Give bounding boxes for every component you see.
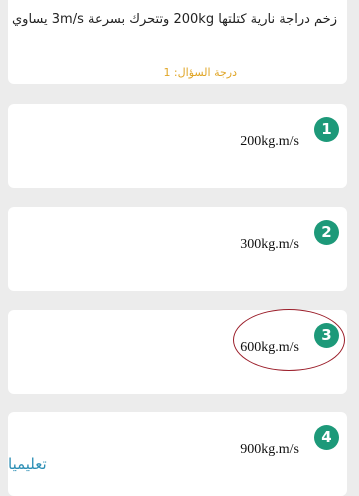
- question-points-label: درجة السؤال: 1: [163, 66, 237, 79]
- option-card-2[interactable]: 2 300kg.m/s: [8, 207, 347, 291]
- option-number-badge: 3: [314, 323, 339, 348]
- option-value: 200kg.m/s: [240, 134, 299, 149]
- option-value: 300kg.m/s: [240, 237, 299, 252]
- question-card: زخم دراجة نارية كتلتها 200kg وتتحرك بسرع…: [8, 0, 347, 84]
- option-value: 900kg.m/s: [240, 442, 299, 457]
- option-card-3[interactable]: 3 600kg.m/s: [8, 310, 347, 394]
- option-card-1[interactable]: 1 200kg.m/s: [8, 104, 347, 188]
- option-number-badge: 1: [314, 117, 339, 142]
- option-card-4[interactable]: 4 900kg.m/s: [8, 412, 347, 496]
- option-number-badge: 2: [314, 220, 339, 245]
- question-text: زخم دراجة نارية كتلتها 200kg وتتحرك بسرع…: [12, 12, 337, 27]
- option-number-badge: 4: [314, 425, 339, 450]
- watermark-logo: تعليميا: [8, 455, 47, 473]
- option-value: 600kg.m/s: [240, 340, 299, 355]
